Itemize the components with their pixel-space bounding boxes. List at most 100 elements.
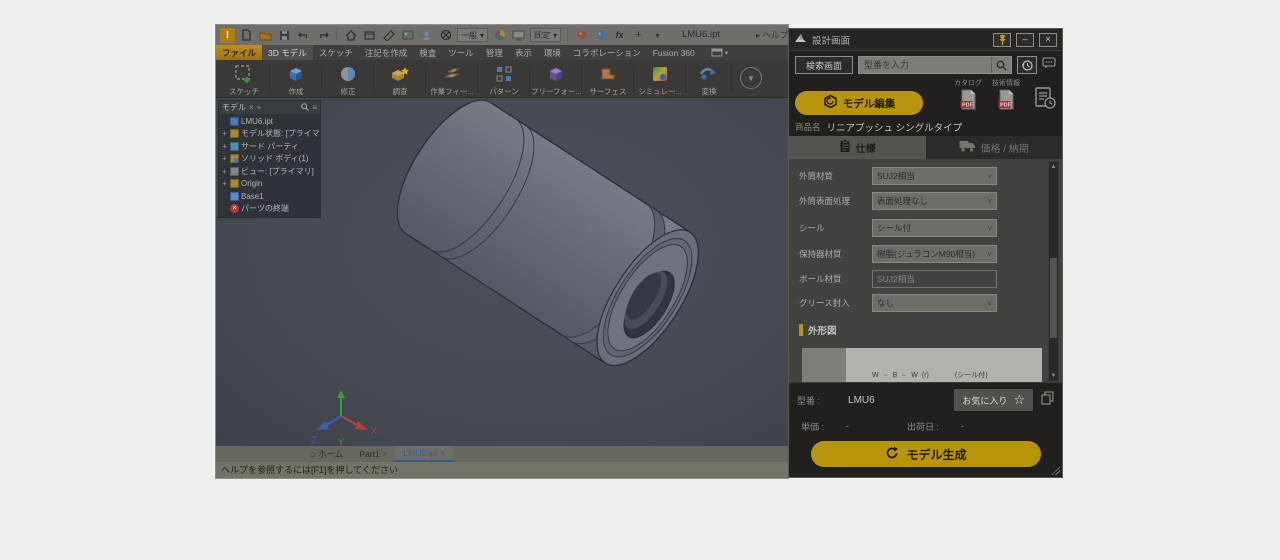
parameters-fx-icon[interactable]: fx	[612, 28, 627, 43]
catalog-pdf[interactable]: カタログ PDF	[954, 78, 982, 115]
tree-item-end-of-part[interactable]: ×パーツの終端	[221, 203, 320, 216]
viewport-3d[interactable]: Y X Z モデル × + ≡ LMU6.ipt +モデル状態: [プライマリ]	[216, 98, 788, 447]
ribbon-tab-sketch[interactable]: スケッチ	[313, 45, 359, 60]
section-accent-bar	[799, 324, 803, 336]
ribbon-group-surface[interactable]: サーフェス	[582, 61, 634, 97]
tech-info-pdf[interactable]: 技術情報 PDF	[992, 78, 1020, 115]
copy-icon[interactable]	[1041, 391, 1054, 410]
ribbon-group-sketch[interactable]: スケッチ	[218, 61, 270, 97]
measure-icon[interactable]	[381, 28, 396, 43]
sketch-icon	[234, 63, 254, 85]
grease-select[interactable]: なし˅	[872, 294, 997, 312]
ribbon-tab-3d-model[interactable]: 3D モデル	[262, 45, 313, 60]
search-screen-button[interactable]: 検索画面	[795, 56, 853, 74]
model-history-icon[interactable]	[1034, 86, 1056, 115]
ribbon-group-modify[interactable]: 修正	[322, 61, 374, 97]
comment-icon[interactable]	[1042, 56, 1056, 74]
form-row-outer-material: 外筒材質 SUJ2相当˅	[789, 166, 1062, 186]
tree-item-view[interactable]: +ビュー: [プライマリ]	[221, 165, 320, 178]
doc-tab-lmu6[interactable]: LMU6.ipt×	[395, 446, 453, 462]
open-icon[interactable]	[258, 28, 273, 43]
material-icon[interactable]	[419, 28, 434, 43]
ribbon-display-options-icon[interactable]: ▾	[711, 45, 729, 60]
generate-model-button[interactable]: モデル生成	[811, 441, 1041, 467]
tab-spec[interactable]: 仕様	[789, 136, 926, 159]
ship-date-label: 出荷日 :	[907, 420, 939, 433]
model-edit-button[interactable]: モデル編集	[795, 91, 923, 115]
insert-image-icon[interactable]	[400, 28, 415, 43]
axis-x-label: X	[371, 426, 377, 436]
browser-search-icon[interactable]	[301, 103, 309, 113]
browser-title: モデル	[222, 102, 246, 113]
ribbon-tab-environments[interactable]: 環境	[538, 45, 567, 60]
star-icon: ☆	[1013, 392, 1025, 408]
part-number-search	[858, 56, 1012, 74]
analysis-red-icon[interactable]	[574, 28, 589, 43]
scrollbar-thumb[interactable]	[1050, 258, 1057, 338]
retainer-material-select[interactable]: 樹脂(ジュラコンM90相当)˅	[872, 245, 997, 263]
save-icon[interactable]	[277, 28, 292, 43]
clear-appearance-icon[interactable]	[438, 28, 453, 43]
ribbon-collapse-button[interactable]: ▼	[740, 67, 762, 89]
spec-scrollbar[interactable]: ▲ ▼	[1048, 161, 1059, 382]
home-icon[interactable]	[343, 28, 358, 43]
history-icon[interactable]	[1017, 56, 1037, 74]
doc-tab-home[interactable]: ⌂ホーム	[302, 446, 351, 462]
inventor-logo-icon[interactable]: I	[220, 28, 235, 43]
ribbon-tab-collaborate[interactable]: コラボレーション	[567, 45, 647, 60]
help-search[interactable]: ▸ ヘルプを検索	[756, 25, 788, 45]
ribbon-tab-manage[interactable]: 管理	[480, 45, 509, 60]
outer-material-select[interactable]: SUJ2相当˅	[872, 167, 997, 185]
ribbon-group-freeform[interactable]: フリーフォー...	[530, 61, 582, 97]
minimize-button[interactable]: –	[1016, 33, 1034, 47]
sheet-icon[interactable]	[362, 28, 377, 43]
tree-item-root[interactable]: LMU6.ipt	[221, 115, 320, 128]
ribbon-group-convert[interactable]: 変換	[686, 61, 732, 97]
scroll-down-icon[interactable]: ▼	[1049, 371, 1058, 381]
undo-icon[interactable]	[296, 28, 311, 43]
ribbon-group-work-features[interactable]: 作業フィー...	[426, 61, 478, 97]
panel-tabs: 仕様 価格 / 納期	[789, 136, 1062, 159]
ribbon-group-inspect[interactable]: 調査	[374, 61, 426, 97]
redo-icon[interactable]	[315, 28, 330, 43]
tree-item-third-party[interactable]: +サード パーティ	[221, 140, 320, 153]
favorite-button[interactable]: お気に入り ☆	[954, 389, 1033, 411]
tree-item-origin[interactable]: +Origin	[221, 178, 320, 191]
add-browser-icon[interactable]: +	[257, 103, 262, 112]
tree-item-solid-bodies[interactable]: +ソリッド ボディ(1)	[221, 153, 320, 166]
new-document-icon[interactable]	[239, 28, 254, 43]
color-wheel-icon[interactable]	[492, 28, 507, 43]
ribbon-tab-inspect[interactable]: 検査	[413, 45, 442, 60]
svg-text:PDF: PDF	[962, 103, 974, 109]
material-select[interactable]: 一般▾	[457, 28, 488, 42]
ribbon-tab-view[interactable]: 表示	[509, 45, 538, 60]
doc-tab-part1[interactable]: Part1×	[351, 446, 395, 462]
close-button[interactable]: ×	[1039, 33, 1057, 47]
screen-settings-icon[interactable]	[511, 28, 526, 43]
search-icon[interactable]	[991, 57, 1011, 73]
close-tab-icon[interactable]: ×	[383, 450, 388, 459]
tree-item-base1[interactable]: Base1	[221, 190, 320, 203]
ribbon-tab-file[interactable]: ファイル	[216, 45, 262, 60]
scroll-up-icon[interactable]: ▲	[1049, 162, 1058, 172]
pdf-icon: PDF	[960, 89, 977, 115]
surface-treatment-select[interactable]: 表面処理なし˅	[872, 192, 997, 210]
ribbon-group-pattern[interactable]: パターン	[478, 61, 530, 97]
close-tab-icon[interactable]: ×	[440, 449, 445, 458]
ribbon-group-simulation[interactable]: シミュレー...	[634, 61, 686, 97]
pin-icon[interactable]	[993, 33, 1011, 47]
ribbon-tab-tools[interactable]: ツール	[442, 45, 480, 60]
ribbon-tab-annotate[interactable]: 注記を作成	[359, 45, 414, 60]
seal-select[interactable]: シール付˅	[872, 219, 997, 237]
part-number-input[interactable]	[859, 57, 991, 73]
ribbon-group-create[interactable]: 作成	[270, 61, 322, 97]
browser-menu-icon[interactable]: ≡	[312, 103, 317, 112]
tree-item-model-states[interactable]: +モデル状態: [プライマリ]	[221, 128, 320, 141]
axis-y-label: Y	[338, 437, 344, 446]
close-browser-icon[interactable]: ×	[249, 103, 254, 112]
analysis-blue-icon[interactable]	[593, 28, 608, 43]
tab-price-delivery[interactable]: 価格 / 納期	[926, 136, 1063, 159]
ribbon-tab-fusion360[interactable]: Fusion 360	[647, 45, 701, 60]
appearance-select[interactable]: 既定▾	[530, 28, 561, 42]
resize-grip[interactable]	[1051, 466, 1060, 475]
